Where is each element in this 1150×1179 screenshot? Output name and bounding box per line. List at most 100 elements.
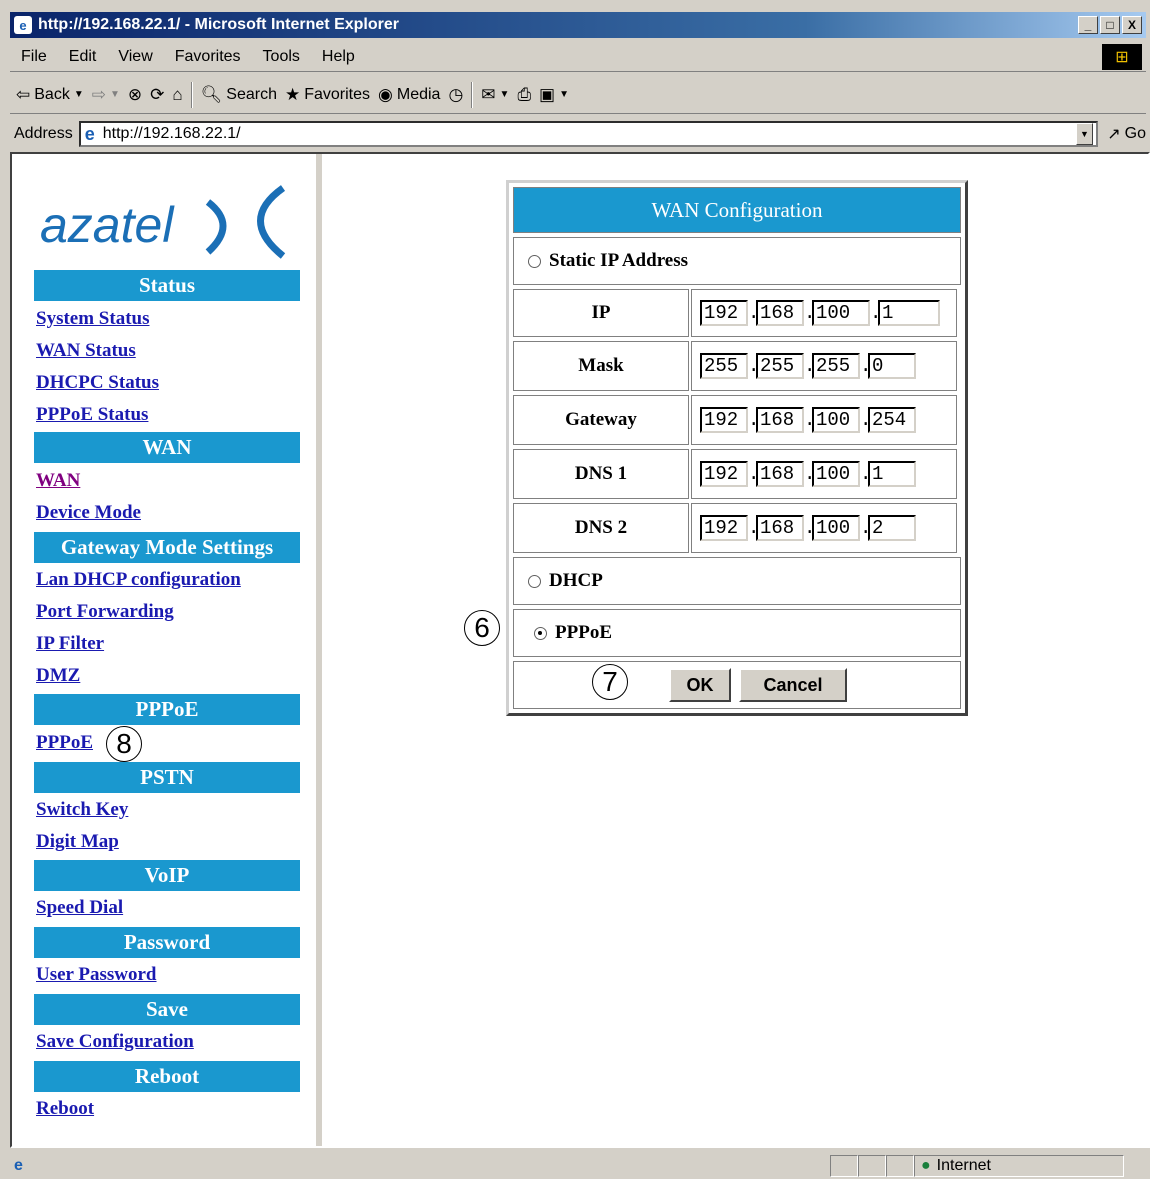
nav-link-dhcpc-status[interactable]: DHCPC Status [36,372,159,394]
dns2-octet-2[interactable]: 168 [756,515,804,541]
dns1-octet-4[interactable]: 1 [868,461,916,487]
nav-link-pppoe[interactable]: PPPoE [36,732,93,754]
gateway-octet-2[interactable]: 168 [756,407,804,433]
media-button[interactable]: ◉ Media [378,85,440,105]
dot: . [804,517,816,539]
home-button[interactable]: ⌂ [172,85,182,105]
address-dropdown-button[interactable]: ▼ [1075,123,1094,145]
dns2-octet-3[interactable]: 100 [812,515,860,541]
menu-file[interactable]: File [10,48,58,66]
ok-button[interactable]: OK [669,668,731,702]
action-row: OK Cancel [513,661,961,709]
nav-link-system-status[interactable]: System Status [36,308,149,330]
ip-octet-3[interactable]: 100 [812,300,870,326]
ip-octet-2[interactable]: 168 [756,300,804,326]
menu-tools[interactable]: Tools [252,48,311,66]
nav-link-wan[interactable]: WAN [36,470,80,492]
nav-link-save-configuration[interactable]: Save Configuration [36,1031,194,1053]
ip-octet-1[interactable]: 192 [700,300,748,326]
search-button[interactable]: 🔍︎ Search [201,85,277,105]
gateway-octet-4[interactable]: 254 [868,407,916,433]
back-button[interactable]: ⇦ Back ▼ [16,85,84,105]
static-ip-label: Static IP Address [549,250,689,271]
dot: . [860,463,872,485]
dot: . [804,302,816,324]
back-label: Back [34,85,70,103]
nav-head-pstn: PSTN [34,762,300,793]
nav-link-wan-status[interactable]: WAN Status [36,340,136,362]
azatel-logo: azatel [40,180,310,260]
nav-link-reboot[interactable]: Reboot [36,1098,94,1120]
dns2-octet-4[interactable]: 2 [868,515,916,541]
search-icon: 🔍︎ [200,84,223,104]
print-button[interactable]: ⎙ [517,85,531,105]
dns2-input-group: 192. 168. 100. 2 [691,503,957,553]
nav-link-user-password[interactable]: User Password [36,964,157,986]
nav-link-lan-dhcp[interactable]: Lan DHCP configuration [36,569,241,591]
refresh-button[interactable]: ⟳ [150,85,164,105]
menu-view[interactable]: View [107,48,163,66]
chevron-down-icon: ▼ [73,89,84,100]
mask-octet-2[interactable]: 255 [756,353,804,379]
nav-link-dmz[interactable]: DMZ [36,665,80,687]
word-icon: ▣ [539,84,556,104]
dns1-octet-2[interactable]: 168 [756,461,804,487]
gateway-octet-3[interactable]: 100 [812,407,860,433]
nav-link-digit-map[interactable]: Digit Map [36,831,119,853]
nav-head-password: Password [34,927,300,958]
dhcp-radio[interactable] [528,574,541,588]
forward-button[interactable]: ⇨ ▼ [92,85,120,105]
dns1-octet-1[interactable]: 192 [700,461,748,487]
history-button[interactable]: ◷ [448,85,463,105]
mask-label: Mask [513,341,689,391]
dot: . [870,302,882,324]
callout-7: 7 [592,664,628,700]
nav-link-ip-filter[interactable]: IP Filter [36,633,104,655]
gateway-input-group: 192. 168. 100. 254 [691,395,957,445]
dns1-octet-3[interactable]: 100 [812,461,860,487]
mask-octet-3[interactable]: 255 [812,353,860,379]
page-status-icon: e [14,1156,23,1174]
nav-link-pppoe-status[interactable]: PPPoE Status [36,404,148,426]
status-text-area [38,1155,830,1177]
ip-octet-4[interactable]: 1 [878,300,940,326]
gateway-octet-1[interactable]: 192 [700,407,748,433]
status-bar: e ● Internet [10,1152,1146,1179]
status-cell [886,1154,914,1177]
favorites-button[interactable]: ★ Favorites [285,85,370,105]
nav-link-port-forwarding[interactable]: Port Forwarding [36,601,174,623]
nav-link-speed-dial[interactable]: Speed Dial [36,897,123,919]
mask-octet-4[interactable]: 0 [868,353,916,379]
address-label: Address [14,125,73,142]
go-button[interactable]: ↗ Go [1107,124,1146,144]
dns1-input-group: 192. 168. 100. 1 [691,449,957,499]
static-ip-radio[interactable] [528,254,541,268]
window-title: http://192.168.22.1/ - Microsoft Interne… [38,16,399,33]
mask-octet-1[interactable]: 255 [700,353,748,379]
nav-head-wan: WAN [34,432,300,463]
dhcp-row[interactable]: DHCP [513,557,961,605]
address-input[interactable]: e http://192.168.22.1/ [78,121,1098,147]
static-ip-row[interactable]: Static IP Address [513,237,961,285]
nav-head-voip: VoIP [34,860,300,891]
close-button[interactable]: X [1122,16,1142,34]
gateway-label: Gateway [513,395,689,445]
forward-arrow-icon: ⇨ [91,84,106,104]
cancel-button[interactable]: Cancel [739,668,847,702]
menu-favorites[interactable]: Favorites [164,48,252,66]
pppoe-radio[interactable] [534,626,547,640]
nav-link-switch-key[interactable]: Switch Key [36,799,128,821]
ie-page-icon: e [84,123,95,144]
edit-button[interactable]: ▣ ▼ [539,85,569,105]
nav-link-device-mode[interactable]: Device Mode [36,502,141,524]
mail-button[interactable]: ✉ ▼ [481,85,509,105]
minimize-button[interactable]: _ [1078,16,1098,34]
go-arrow-icon: ↗ [1107,126,1121,143]
menu-edit[interactable]: Edit [58,48,108,66]
maximize-button[interactable]: □ [1100,16,1120,34]
stop-button[interactable]: ⊗ [128,85,142,105]
menu-help[interactable]: Help [311,48,366,66]
pppoe-row[interactable]: PPPoE [513,609,961,657]
dns2-octet-1[interactable]: 192 [700,515,748,541]
print-icon: ⎙ [517,84,532,104]
